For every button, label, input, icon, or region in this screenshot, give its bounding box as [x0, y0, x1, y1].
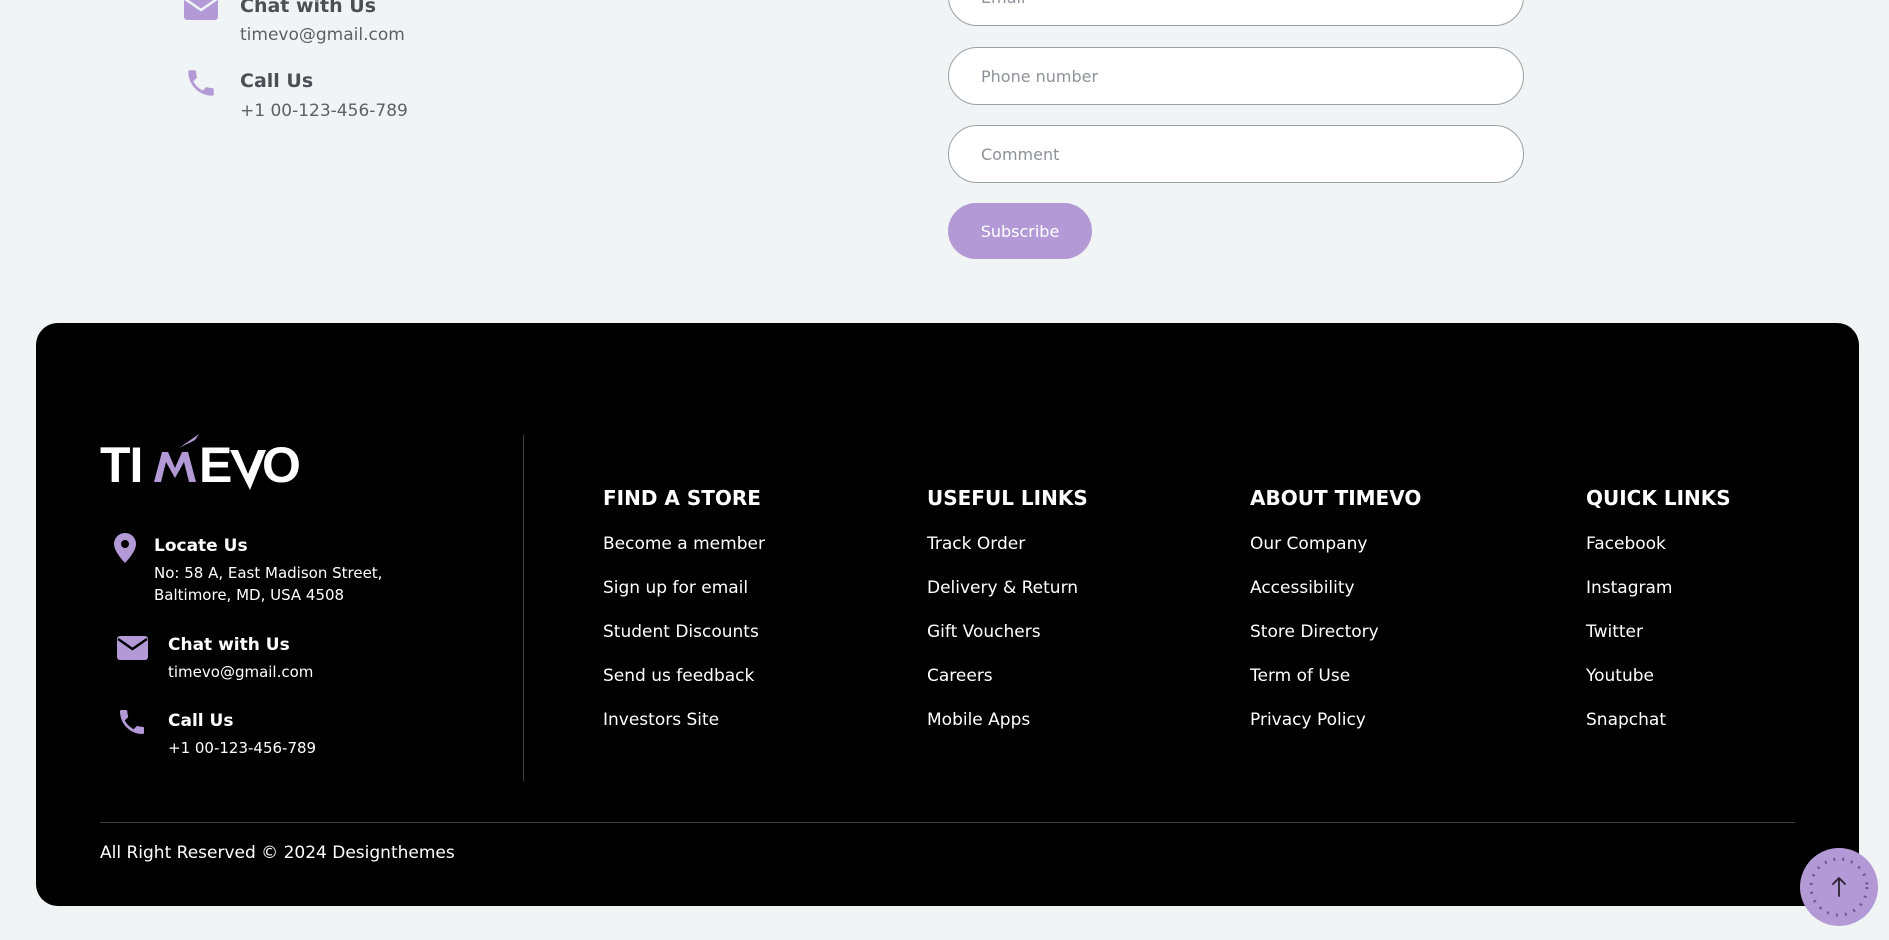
locate-address-line1: No: 58 A, East Madison Street,	[154, 564, 383, 582]
about-timevo-list: Our Company Accessibility Store Director…	[1250, 532, 1379, 752]
locate-title: Locate Us	[154, 536, 248, 556]
list-item[interactable]: Become a member	[603, 532, 765, 576]
brand-logo[interactable]: TI E O	[100, 432, 301, 496]
column-title-quick-links: QUICK LINKS	[1586, 486, 1731, 510]
chat-email: timevo@gmail.com	[240, 25, 405, 45]
chat-title: Chat with Us	[240, 0, 377, 17]
phone-icon	[116, 706, 148, 742]
phone-number-field[interactable]	[948, 47, 1524, 105]
list-item[interactable]: Term of Use	[1250, 664, 1379, 708]
list-item[interactable]: Snapchat	[1586, 708, 1673, 752]
svg-text:O: O	[262, 437, 300, 492]
scroll-to-top-button[interactable]	[1800, 848, 1878, 926]
footer-call-number: +1 00-123-456-789	[168, 739, 317, 757]
column-title-find-a-store: FIND A STORE	[603, 486, 761, 510]
footer-chat-title: Chat with Us	[168, 635, 290, 655]
map-pin-icon	[114, 533, 136, 567]
list-item[interactable]: Mobile Apps	[927, 708, 1078, 752]
column-title-useful-links: USEFUL LINKS	[927, 486, 1088, 510]
list-item[interactable]: Store Directory	[1250, 620, 1379, 664]
comment-field[interactable]	[948, 125, 1524, 183]
copyright-text: All Right Reserved © 2024 Designthemes	[100, 843, 455, 863]
vertical-divider	[523, 435, 524, 781]
footer-call-title: Call Us	[168, 711, 234, 731]
envelope-icon	[184, 0, 218, 22]
call-title: Call Us	[240, 70, 314, 92]
useful-links-list: Track Order Delivery & Return Gift Vouch…	[927, 532, 1078, 752]
list-item[interactable]: Investors Site	[603, 708, 765, 752]
list-item[interactable]: Gift Vouchers	[927, 620, 1078, 664]
quick-links-list: Facebook Instagram Twitter Youtube Snapc…	[1586, 532, 1673, 752]
locate-address-line2: Baltimore, MD, USA 4508	[154, 586, 345, 604]
horizontal-divider	[100, 822, 1795, 823]
list-item[interactable]: Sign up for email	[603, 576, 765, 620]
footer-chat-email: timevo@gmail.com	[168, 663, 314, 681]
list-item[interactable]: Our Company	[1250, 532, 1379, 576]
column-title-about-timevo: ABOUT TIMEVO	[1250, 486, 1422, 510]
svg-text:E: E	[199, 437, 232, 492]
list-item[interactable]: Delivery & Return	[927, 576, 1078, 620]
phone-icon	[184, 66, 218, 100]
list-item[interactable]: Student Discounts	[603, 620, 765, 664]
list-item[interactable]: Send us feedback	[603, 664, 765, 708]
arrow-up-icon	[1809, 857, 1869, 917]
envelope-icon	[117, 636, 148, 664]
list-item[interactable]: Track Order	[927, 532, 1078, 576]
list-item[interactable]: Instagram	[1586, 576, 1673, 620]
list-item[interactable]: Accessibility	[1250, 576, 1379, 620]
list-item[interactable]: Twitter	[1586, 620, 1673, 664]
list-item[interactable]: Careers	[927, 664, 1078, 708]
list-item[interactable]: Facebook	[1586, 532, 1673, 576]
list-item[interactable]: Youtube	[1586, 664, 1673, 708]
email-field[interactable]	[948, 0, 1524, 26]
svg-text:TI: TI	[100, 437, 142, 492]
subscribe-button[interactable]: Subscribe	[948, 203, 1092, 259]
call-number: +1 00-123-456-789	[240, 101, 408, 121]
list-item[interactable]: Privacy Policy	[1250, 708, 1379, 752]
find-a-store-list: Become a member Sign up for email Studen…	[603, 532, 765, 752]
